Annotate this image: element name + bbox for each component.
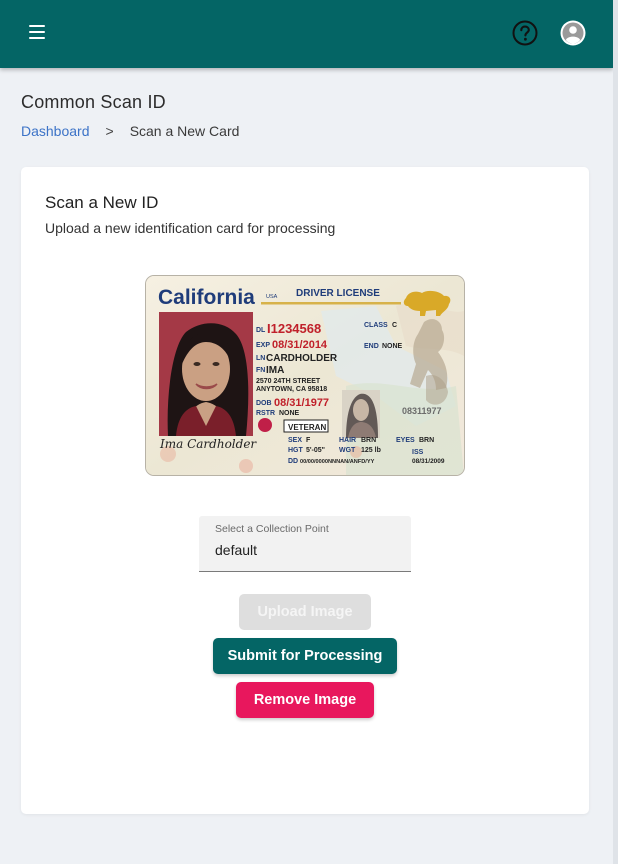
id-end-label: END — [364, 343, 379, 350]
id-exp-value: 08/31/2014 — [272, 339, 328, 351]
id-iss-value: 08/31/2009 — [412, 458, 445, 465]
remove-image-button[interactable]: Remove Image — [236, 682, 374, 718]
id-card-preview-image: California USA DRIVER LICENSE Ima Cardho… — [145, 275, 465, 476]
id-dd-value: 00/00/0000NNNAN/ANFD/YY — [300, 459, 375, 465]
user-avatar-icon[interactable] — [560, 20, 586, 46]
id-dob-label: DOB — [256, 400, 272, 407]
collection-point-value: default — [215, 542, 258, 558]
collection-point-select[interactable]: Select a Collection Point default — [199, 516, 411, 572]
id-class-label: CLASS — [364, 322, 388, 329]
id-signature: Ima Cardholder — [159, 437, 257, 451]
id-iss-label: ISS — [412, 449, 424, 456]
id-veteran-label: VETERAN — [288, 423, 326, 432]
id-hgt-value: 5'-05" — [306, 447, 325, 454]
id-hair-value: BRN — [361, 437, 376, 444]
id-exp-label: EXP — [256, 342, 270, 349]
id-hair-label: HAIR — [339, 437, 356, 444]
id-last-name: CARDHOLDER — [266, 353, 338, 364]
submit-for-processing-button[interactable]: Submit for Processing — [213, 638, 397, 674]
id-dd-label: DD — [288, 458, 298, 465]
id-address-line1: 2570 24TH STREET — [256, 378, 321, 385]
id-card-number: 08311977 — [402, 406, 442, 416]
breadcrumb-dashboard-link[interactable]: Dashboard — [21, 123, 90, 139]
id-first-name: IMA — [266, 365, 284, 376]
id-dl-number: I1234568 — [267, 321, 321, 336]
breadcrumb-separator: > — [105, 123, 114, 139]
card-subtitle: Upload a new identification card for pro… — [45, 220, 336, 236]
id-address-line2: ANYTOWN, CA 95818 — [256, 386, 327, 393]
collection-point-label: Select a Collection Point — [215, 523, 329, 535]
help-circle-icon[interactable] — [512, 20, 538, 46]
id-class-value: C — [392, 322, 397, 329]
id-fn-label: FN — [256, 367, 265, 374]
id-doc-type: DRIVER LICENSE — [296, 288, 380, 299]
id-dl-label: DL — [256, 327, 266, 334]
breadcrumb: Dashboard > Scan a New Card — [21, 123, 239, 139]
breadcrumb-current: Scan a New Card — [129, 123, 240, 139]
card-title: Scan a New ID — [45, 193, 159, 212]
id-eyes-value: BRN — [419, 437, 434, 444]
id-state-name: California — [158, 286, 255, 309]
upload-image-button[interactable]: Upload Image — [239, 594, 371, 630]
top-app-bar — [0, 0, 613, 68]
id-hgt-label: HGT — [288, 447, 304, 454]
id-rstr-value: NONE — [279, 410, 300, 417]
id-country: USA — [266, 294, 278, 300]
id-wgt-value: 125 lb — [361, 447, 381, 454]
hamburger-menu-icon[interactable] — [29, 25, 45, 39]
id-end-value: NONE — [382, 343, 403, 350]
id-wgt-label: WGT — [339, 447, 356, 454]
id-rstr-label: RSTR — [256, 410, 275, 417]
id-sex-value: F — [306, 437, 311, 444]
id-ln-label: LN — [256, 355, 265, 362]
scrollbar-track[interactable] — [613, 0, 618, 864]
id-dob-value: 08/31/1977 — [274, 397, 329, 409]
page-title: Common Scan ID — [21, 92, 166, 112]
id-eyes-label: EYES — [396, 437, 415, 444]
id-sex-label: SEX — [288, 437, 302, 444]
scan-card: Scan a New ID Upload a new identificatio… — [21, 167, 589, 814]
